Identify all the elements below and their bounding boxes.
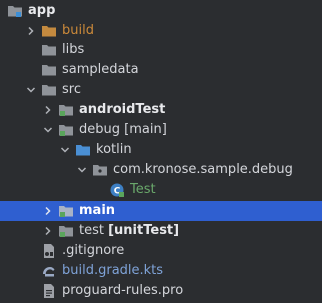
source-folder-icon	[58, 204, 74, 218]
tree-item-build[interactable]: build	[0, 21, 322, 41]
source-folder-icon	[58, 123, 74, 137]
kotlin-class-icon: C	[109, 183, 125, 197]
folder-icon	[41, 43, 57, 57]
folder-icon	[41, 83, 57, 97]
test-source-folder-icon	[58, 224, 74, 238]
tree-item-label: debug	[79, 122, 120, 137]
project-tree: app build libs sampledata src androidTes…	[0, 0, 322, 303]
chevron-down-icon[interactable]	[58, 143, 72, 157]
tree-item-label: app	[28, 3, 56, 18]
source-set-badge: [unitTest]	[108, 223, 180, 238]
chevron-down-icon[interactable]	[75, 163, 89, 177]
folder-icon	[41, 24, 57, 38]
tree-item-label: build.gradle.kts	[62, 263, 164, 278]
text-file-icon	[41, 284, 57, 298]
tree-item-test-class[interactable]: C Test	[0, 180, 322, 200]
module-folder-icon	[7, 4, 23, 18]
tree-item-label: .gitignore	[62, 243, 125, 258]
tree-item-gitignore[interactable]: .gitignore	[0, 241, 322, 261]
tree-item-sampledata[interactable]: sampledata	[0, 60, 322, 80]
tree-item-label: src	[62, 82, 81, 97]
tree-item-label: main	[79, 203, 116, 218]
tree-item-label: kotlin	[96, 142, 132, 157]
gitignore-file-icon	[41, 244, 57, 258]
folder-icon	[41, 63, 57, 77]
test-source-folder-icon	[58, 103, 74, 117]
tree-item-label: proguard-rules.pro	[62, 283, 184, 298]
tree-item-label: com.kronose.sample.debug	[113, 162, 293, 177]
package-icon	[92, 163, 108, 177]
tree-item-label: test	[79, 223, 104, 238]
tree-item-label: androidTest	[79, 102, 166, 117]
tree-item-build-gradle[interactable]: build.gradle.kts	[0, 261, 322, 281]
tree-item-package[interactable]: com.kronose.sample.debug	[0, 160, 322, 180]
tree-item-test[interactable]: test [unitTest]	[0, 221, 322, 241]
tree-item-label: Test	[130, 182, 156, 197]
tree-item-libs[interactable]: libs	[0, 40, 322, 60]
tree-item-androidtest[interactable]: androidTest	[0, 100, 322, 120]
tree-item-src[interactable]: src	[0, 80, 322, 100]
source-root-folder-icon	[75, 143, 91, 157]
tree-item-kotlin[interactable]: kotlin	[0, 140, 322, 160]
tree-item-label: libs	[62, 42, 85, 57]
source-set-badge: [main]	[124, 122, 167, 137]
tree-item-debug[interactable]: debug [main]	[0, 120, 322, 140]
tree-item-label: build	[62, 23, 94, 38]
chevron-down-icon[interactable]	[41, 123, 55, 137]
chevron-right-icon[interactable]	[41, 224, 55, 238]
gradle-file-icon	[41, 264, 57, 278]
tree-item-label: sampledata	[62, 62, 139, 77]
chevron-right-icon[interactable]	[41, 103, 55, 117]
tree-item-main[interactable]: main	[0, 201, 322, 221]
chevron-right-icon[interactable]	[24, 24, 38, 38]
tree-item-proguard[interactable]: proguard-rules.pro	[0, 281, 322, 301]
chevron-right-icon[interactable]	[41, 204, 55, 218]
tree-item-app[interactable]: app	[0, 1, 322, 21]
chevron-down-icon[interactable]	[24, 83, 38, 97]
